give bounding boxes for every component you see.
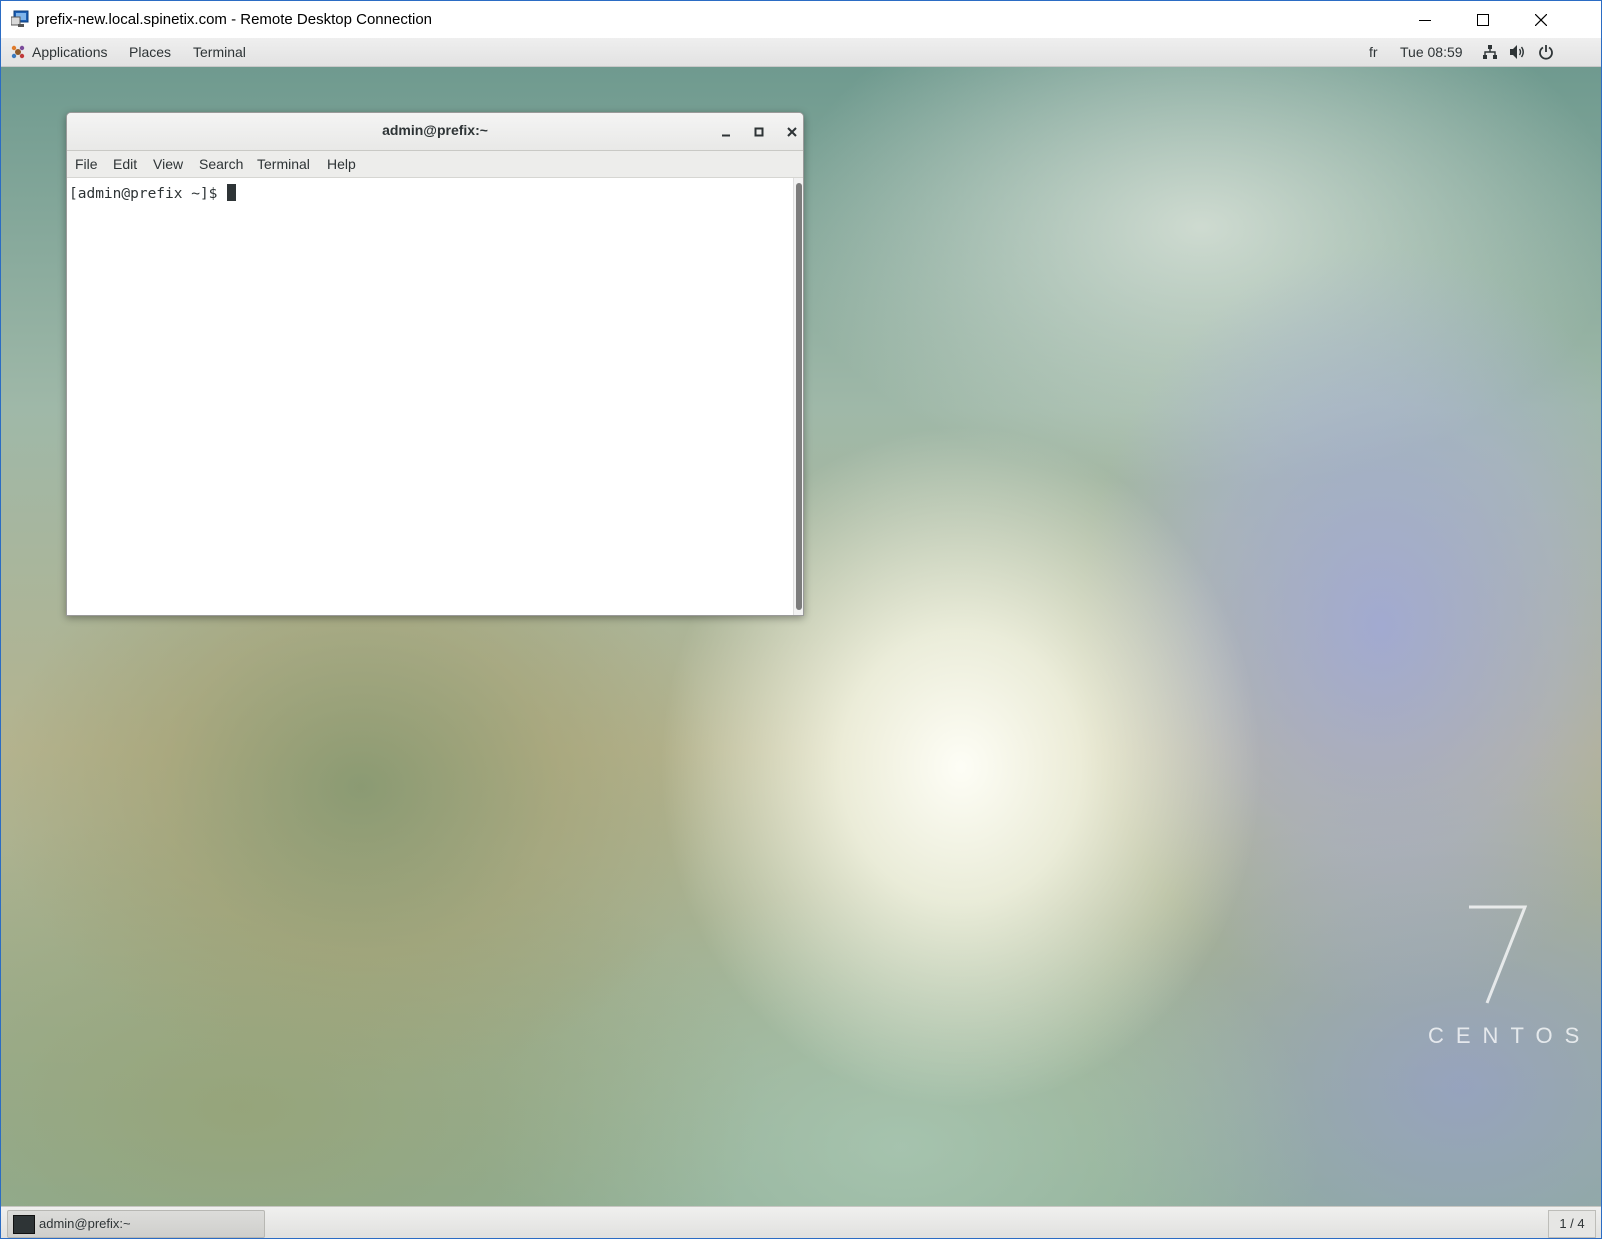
maximize-icon [1477,13,1489,26]
terminal-menubar: File Edit View Search Terminal Help [67,151,803,178]
terminal-icon [13,1215,35,1234]
menu-terminal[interactable]: Terminal [193,44,246,60]
close-icon [1535,13,1547,26]
rdp-titlebar[interactable]: prefix-new.local.spinetix.com - Remote D… [1,1,1601,38]
volume-icon[interactable] [1509,43,1527,61]
menu-places[interactable]: Places [129,44,171,60]
rdp-window: prefix-new.local.spinetix.com - Remote D… [0,0,1602,1239]
power-icon[interactable] [1537,43,1555,61]
terminal-menu-terminal[interactable]: Terminal [257,156,310,172]
close-icon [787,127,797,137]
keyboard-layout-indicator[interactable]: fr [1369,44,1378,60]
minimize-icon [722,134,730,137]
rdp-window-title: prefix-new.local.spinetix.com - Remote D… [36,11,433,28]
terminal-titlebar[interactable]: admin@prefix:~ [67,113,803,151]
terminal-menu-view[interactable]: View [153,156,183,172]
centos-logo-seven [1469,905,1527,1004]
clock[interactable]: Tue 08:59 [1400,44,1463,60]
bottom-taskbar: admin@prefix:~ 1 / 4 [1,1206,1601,1238]
terminal-maximize-button[interactable] [750,123,768,141]
terminal-scrollbar[interactable] [793,178,803,615]
terminal-menu-search[interactable]: Search [199,156,243,172]
maximize-button[interactable] [1454,1,1512,38]
terminal-close-button[interactable] [783,123,801,141]
terminal-window[interactable]: admin@prefix:~ File Edit View Search Ter… [66,112,804,616]
terminal-scrollbar-thumb[interactable] [796,183,802,610]
taskbar-item-terminal[interactable]: admin@prefix:~ [7,1210,265,1238]
terminal-menu-file[interactable]: File [75,156,98,172]
minimize-button[interactable] [1396,1,1454,38]
minimize-icon [1419,19,1431,21]
terminal-menu-help[interactable]: Help [327,156,356,172]
network-icon[interactable] [1481,43,1499,61]
gnome-top-panel: Applications Places Terminal fr Tue 08:5… [1,38,1601,67]
terminal-prompt: [admin@prefix ~]$ [69,186,227,202]
workspace-switcher[interactable]: 1 / 4 [1548,1210,1596,1238]
terminal-cursor [227,184,237,201]
taskbar-item-label: admin@prefix:~ [39,1216,131,1231]
terminal-minimize-button[interactable] [717,123,735,141]
centos-branding-text: CENTOS [1428,1023,1592,1048]
terminal-output-area[interactable]: [admin@prefix ~]$ [67,178,791,615]
terminal-title: admin@prefix:~ [382,122,488,138]
maximize-icon [754,127,764,137]
remote-desktop-icon[interactable] [10,10,31,28]
terminal-menu-edit[interactable]: Edit [113,156,137,172]
applications-menu-icon[interactable] [9,43,27,61]
close-button[interactable] [1512,1,1570,38]
terminal-prompt-line: [admin@prefix ~]$ [69,184,237,202]
menu-applications[interactable]: Applications [32,44,108,60]
